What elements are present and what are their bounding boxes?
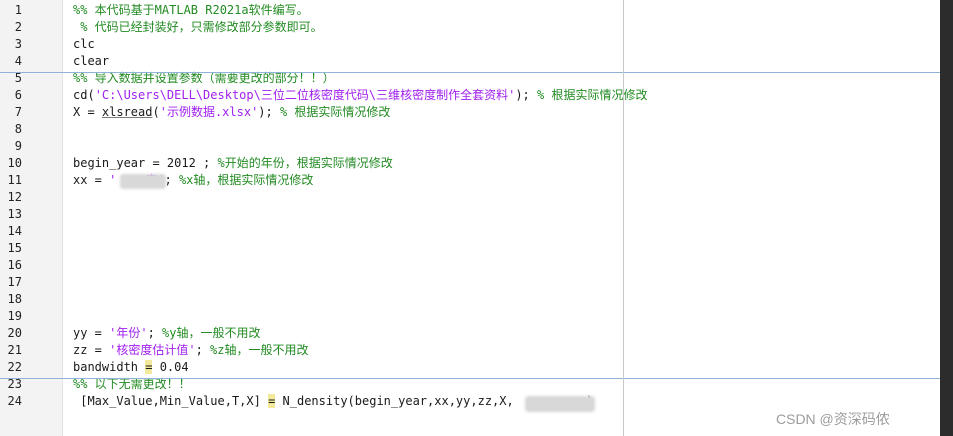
code-text[interactable]: [Max_Value,Min_Value,T,X] = N_density(be… <box>73 393 593 410</box>
code-text[interactable]: yy = '年份'; %y轴，一般不用改 <box>73 325 260 342</box>
line-number: 11 <box>7 173 22 187</box>
code-token: ; <box>147 326 163 340</box>
code-text[interactable]: clear <box>73 53 109 70</box>
line-number: 20 <box>7 326 22 340</box>
code-line[interactable]: 4 clear <box>0 53 953 70</box>
code-line[interactable]: 2 % 代码已经封装好，只需修改部分参数即可。 <box>0 19 953 36</box>
comment-token: %z轴，一般不用改 <box>210 343 309 357</box>
line-number: 13 <box>7 207 22 221</box>
line-number: 19 <box>7 309 22 323</box>
line-number: 14 <box>7 224 22 238</box>
code-token: ); <box>515 88 537 102</box>
code-token: cd( <box>73 88 95 102</box>
code-line[interactable]: 22 bandwidth = 0.04 <box>0 359 953 376</box>
code-line[interactable]: 6 cd('C:\Users\DELL\Desktop\三位二位核密度代码\三维核… <box>0 87 953 104</box>
comment-token: % 代码已经封装好，只需修改部分参数即可。 <box>73 20 323 34</box>
code-token: begin_year = 2012 ; <box>73 156 218 170</box>
code-line[interactable]: 16 <box>0 257 953 274</box>
line-number: 10 <box>7 156 22 170</box>
code-editor[interactable]: 1 %% 本代码基于MATLAB R2021a软件编写。 2 % 代码已经封装好，只… <box>0 0 953 436</box>
code-line[interactable]: 24 [Max_Value,Min_Value,T,X] = N_density… <box>0 393 953 410</box>
code-text[interactable]: %% 本代码基于MATLAB R2021a软件编写。 <box>73 2 309 19</box>
code-line[interactable]: 1 %% 本代码基于MATLAB R2021a软件编写。 <box>0 2 953 19</box>
code-token: xx = <box>73 173 110 187</box>
cell-divider <box>0 378 953 379</box>
code-token: N_density(begin_year,xx,yy,zz,X, <box>275 394 521 408</box>
comment-token: %x轴，根据实际情况修改 <box>178 173 314 187</box>
code-line[interactable]: 18 <box>0 291 953 308</box>
redacted-text <box>120 174 166 189</box>
code-text[interactable]: xx = ' 度'; %x轴，根据实际情况修改 <box>73 172 313 189</box>
code-line[interactable]: 8 <box>0 121 953 138</box>
string-token: '核密度估计值' <box>109 343 196 357</box>
code-line[interactable]: 21 zz = '核密度估计值'; %z轴，一般不用改 <box>0 342 953 359</box>
line-number: 9 <box>14 139 22 153</box>
comment-token: %开始的年份，根据实际情况修改 <box>217 156 393 170</box>
code-token: clc <box>73 37 95 51</box>
line-number: 1 <box>14 3 22 17</box>
code-line[interactable]: 19 <box>0 308 953 325</box>
string-token: 'C:\Users\DELL\Desktop\三位二位核密度代码\三维核密度制作… <box>94 88 516 102</box>
code-token: clear <box>73 54 110 68</box>
line-number: 16 <box>7 258 22 272</box>
line-number: 8 <box>14 122 22 136</box>
code-token: ; <box>195 343 211 357</box>
code-text[interactable]: % 代码已经封装好，只需修改部分参数即可。 <box>73 19 323 36</box>
right-margin-line <box>623 0 624 436</box>
comment-token: % 根据实际情况修改 <box>279 105 391 119</box>
comment-token: % 根据实际情况修改 <box>537 88 648 102</box>
code-token: ( <box>152 105 160 119</box>
code-line[interactable]: 13 <box>0 206 953 223</box>
code-line[interactable]: 12 <box>0 189 953 206</box>
code-line[interactable]: 17 <box>0 274 953 291</box>
code-text[interactable]: begin_year = 2012 ; %开始的年份，根据实际情况修改 <box>73 155 393 172</box>
code-token: yy = <box>73 326 110 340</box>
function-token: xlsread <box>101 105 153 119</box>
line-number: 18 <box>7 292 22 306</box>
line-number: 3 <box>14 37 22 51</box>
code-line[interactable]: 20 yy = '年份'; %y轴，一般不用改 <box>0 325 953 342</box>
line-number: 6 <box>14 88 22 102</box>
comment-token: %y轴，一般不用改 <box>162 326 261 340</box>
code-line[interactable]: 14 <box>0 223 953 240</box>
line-number: 21 <box>7 343 22 357</box>
comment-token: %% 本代码基于MATLAB R2021a软件编写。 <box>73 3 309 17</box>
code-line[interactable]: 10 begin_year = 2012 ; %开始的年份，根据实际情况修改 <box>0 155 953 172</box>
code-text[interactable]: X = xlsread('示例数据.xlsx'); % 根据实际情况修改 <box>73 104 390 121</box>
line-number: 2 <box>14 20 22 34</box>
vertical-scrollbar[interactable] <box>940 0 953 436</box>
line-number: 17 <box>7 275 22 289</box>
cell-divider <box>0 72 953 73</box>
code-line[interactable]: 3 clc <box>0 36 953 53</box>
code-token: X = <box>73 105 102 119</box>
code-token: ; <box>164 173 179 187</box>
code-text[interactable]: cd('C:\Users\DELL\Desktop\三位二位核密度代码\三维核密… <box>73 87 647 104</box>
string-token: '示例数据.xlsx' <box>159 105 259 119</box>
code-text[interactable]: zz = '核密度估计值'; %z轴，一般不用改 <box>73 342 308 359</box>
line-number: 7 <box>14 105 22 119</box>
code-token: zz = <box>73 343 110 357</box>
comment-token: %% 导入数据并设置参数（需要更改的部分！！） <box>73 71 335 85</box>
code-line[interactable]: 7 X = xlsread('示例数据.xlsx'); % 根据实际情况修改 <box>0 104 953 121</box>
line-number: 24 <box>7 394 22 408</box>
redacted-text <box>525 396 595 412</box>
string-token: '年份' <box>109 326 148 340</box>
code-lines: 1 %% 本代码基于MATLAB R2021a软件编写。 2 % 代码已经封装好，只… <box>0 2 953 410</box>
code-text[interactable]: clc <box>73 36 95 53</box>
code-line[interactable]: 15 <box>0 240 953 257</box>
code-token: [Max_Value,Min_Value,T,X] <box>73 394 269 408</box>
watermark: CSDN @资深码侬 <box>776 411 890 427</box>
code-text[interactable]: bandwidth = 0.04 <box>73 359 189 376</box>
line-number: 15 <box>7 241 22 255</box>
comment-token: %% 以下无需更改！！ <box>73 377 191 391</box>
line-number: 22 <box>7 360 22 374</box>
code-token: ); <box>258 105 280 119</box>
code-line[interactable]: 9 <box>0 138 953 155</box>
code-token: 0.04 <box>152 360 189 374</box>
line-number: 4 <box>14 54 22 68</box>
line-number: 12 <box>7 190 22 204</box>
code-token: bandwidth <box>73 360 146 374</box>
